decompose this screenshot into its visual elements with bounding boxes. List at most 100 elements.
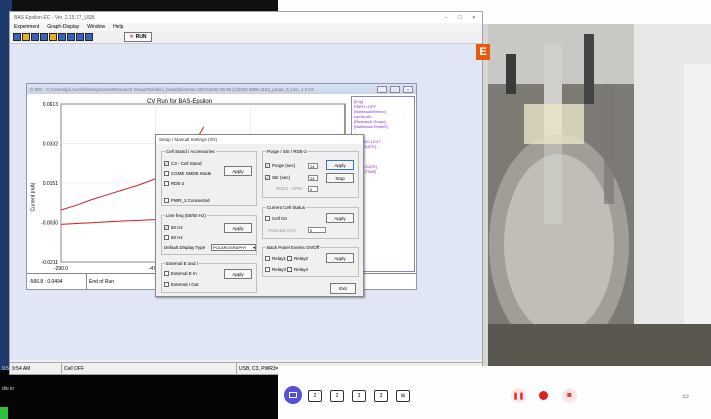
- menu-bar: Experiment Graph-Display Window Help: [10, 23, 482, 31]
- relay3-option[interactable]: Relay3: [265, 267, 286, 272]
- purge-option[interactable]: ✓ Purge (sec): [265, 163, 295, 168]
- stir-checkbox[interactable]: ✓: [265, 175, 270, 180]
- ext-in-checkbox[interactable]: [164, 271, 169, 276]
- desktop-taskbar-icon[interactable]: [0, 407, 8, 419]
- relay4-checkbox[interactable]: [287, 267, 292, 272]
- hz50-option[interactable]: ✓ 50 Hz: [164, 225, 183, 230]
- cv-titlebar: C:\RO - C:\Users\jpx.curri\Desktop\Users…: [27, 84, 416, 94]
- layout-3-button[interactable]: 2: [330, 390, 344, 402]
- stir-option[interactable]: ✓ Stir (sec): [265, 175, 290, 180]
- hz50-label: 50 Hz: [171, 225, 183, 230]
- purge-apply-button[interactable]: Apply: [326, 160, 354, 170]
- toolbar: ✕ RUN: [10, 31, 482, 44]
- cell-on-option[interactable]: Cell On: [265, 216, 287, 221]
- rde-option[interactable]: RDE-2: [164, 181, 185, 186]
- cgme-checkbox[interactable]: [164, 171, 169, 176]
- hz60-option[interactable]: 60 Hz: [164, 235, 183, 240]
- line-freq-label: Line freq (50/60 Hz): [165, 213, 207, 218]
- epsilon-logo-icon: E: [476, 44, 490, 60]
- main-title-text: BAS Epsilon-EC - Ver. 2.15.77_USB: [14, 14, 95, 21]
- relay2-checkbox[interactable]: [287, 256, 292, 261]
- cv-maximize-button[interactable]: □: [390, 85, 400, 93]
- desktop-icon-label[interactable]: dio io: [2, 386, 16, 392]
- cell-status-group: Current Cell Status: [262, 205, 359, 239]
- chart-icon[interactable]: [76, 33, 84, 41]
- run-icon: ✕: [129, 34, 134, 40]
- report-icon[interactable]: [85, 33, 93, 41]
- ext-out-label: External I Out: [171, 282, 199, 287]
- relay2-option[interactable]: Relay2: [287, 256, 308, 261]
- pwr-option[interactable]: PWR_3 Connected: [164, 198, 210, 203]
- table-icon[interactable]: [67, 33, 75, 41]
- cv-close-button[interactable]: x: [403, 85, 413, 93]
- camera-video-feed: [484, 24, 711, 366]
- relay3-label: Relay3: [272, 267, 287, 272]
- open-folder-icon[interactable]: [22, 33, 30, 41]
- relay1-option[interactable]: Relay1: [265, 256, 286, 261]
- cell-stand-apply-button[interactable]: Apply: [224, 166, 252, 176]
- layout-4-button[interactable]: 3: [352, 390, 366, 402]
- purge-label: Purge / Stir / RDE-2: [266, 149, 308, 154]
- snapshot-button[interactable]: ◙: [562, 388, 577, 403]
- run-button[interactable]: ✕ RUN: [124, 32, 152, 42]
- save-icon[interactable]: [31, 33, 39, 41]
- run-label: RUN: [135, 34, 147, 40]
- cv-minimize-button[interactable]: _: [377, 85, 387, 93]
- pwr-checkbox[interactable]: [164, 198, 169, 203]
- camera-image: [484, 24, 711, 366]
- menu-help[interactable]: Help: [113, 24, 123, 30]
- relay4-option[interactable]: Relay4: [287, 267, 308, 272]
- stir-sec-input[interactable]: 24: [308, 175, 318, 181]
- menu-graph-display[interactable]: Graph-Display: [47, 24, 79, 30]
- layout-5-button[interactable]: 3: [374, 390, 388, 402]
- exit-button[interactable]: Exit: [330, 283, 356, 294]
- external-apply-button[interactable]: Apply: [224, 269, 252, 279]
- purge-checkbox[interactable]: ✓: [265, 163, 270, 168]
- folder-icon: ▭: [682, 392, 689, 400]
- ext-out-option[interactable]: External I Out: [164, 282, 199, 287]
- rde-checkbox[interactable]: [164, 181, 169, 186]
- c3-cell-stand-option[interactable]: ✓ C3 - Cell Stand: [164, 161, 202, 166]
- print-icon[interactable]: [40, 33, 48, 41]
- layout-1-button[interactable]: [284, 386, 302, 404]
- new-file-icon[interactable]: [13, 33, 21, 41]
- cell-status-apply-button[interactable]: Apply: [326, 213, 354, 223]
- settings-icon[interactable]: [58, 33, 66, 41]
- y-tick-label: 0.0151: [43, 181, 59, 187]
- display-type-select[interactable]: POLAROGRAPHY ▾: [211, 244, 256, 251]
- c3-checkbox[interactable]: ✓: [164, 161, 169, 166]
- camera-icon: ◙: [567, 392, 572, 399]
- menu-window[interactable]: Window: [87, 24, 105, 30]
- chevron-down-icon: ▾: [252, 245, 255, 250]
- pause-icon: ❚❚: [512, 392, 525, 400]
- cell-on-checkbox[interactable]: [265, 216, 270, 221]
- potential-label: Potential (mV): [268, 228, 297, 233]
- cell-status-label: Current Cell Status: [266, 205, 307, 210]
- cursor-coords: -566.8 : 0.0494: [27, 273, 87, 290]
- relay3-checkbox[interactable]: [265, 267, 270, 272]
- layout-6-button[interactable]: ⊞: [396, 390, 410, 402]
- potential-input[interactable]: 0: [308, 227, 326, 233]
- pause-button[interactable]: ❚❚: [511, 388, 526, 403]
- back-panel-apply-button[interactable]: Apply: [326, 253, 354, 263]
- menu-experiment[interactable]: Experiment: [14, 24, 39, 30]
- hz50-checkbox[interactable]: ✓: [164, 225, 169, 230]
- pwr-label: PWR_3 Connected: [171, 198, 210, 203]
- close-button[interactable]: ✕: [472, 15, 476, 21]
- folder-button[interactable]: ▭: [678, 388, 693, 403]
- relay1-checkbox[interactable]: [265, 256, 270, 261]
- ext-out-checkbox[interactable]: [164, 282, 169, 287]
- c3-label: C3 - Cell Stand: [171, 161, 202, 166]
- maximize-button[interactable]: ☐: [457, 15, 461, 21]
- purge-stop-button[interactable]: Stop: [326, 173, 354, 183]
- cgme-option[interactable]: CGME SMDE Mode: [164, 171, 211, 176]
- hz60-checkbox[interactable]: [164, 235, 169, 240]
- line-freq-apply-button[interactable]: Apply: [224, 223, 252, 233]
- purge-sec-input[interactable]: 24: [308, 163, 318, 169]
- record-button[interactable]: [536, 388, 551, 403]
- minimize-button[interactable]: –: [445, 15, 448, 21]
- layout-2-button[interactable]: 2: [308, 390, 322, 402]
- ext-in-option[interactable]: External E In: [164, 271, 197, 276]
- graph-icon[interactable]: [49, 33, 57, 41]
- rde-rpm-input[interactable]: 0: [308, 186, 318, 192]
